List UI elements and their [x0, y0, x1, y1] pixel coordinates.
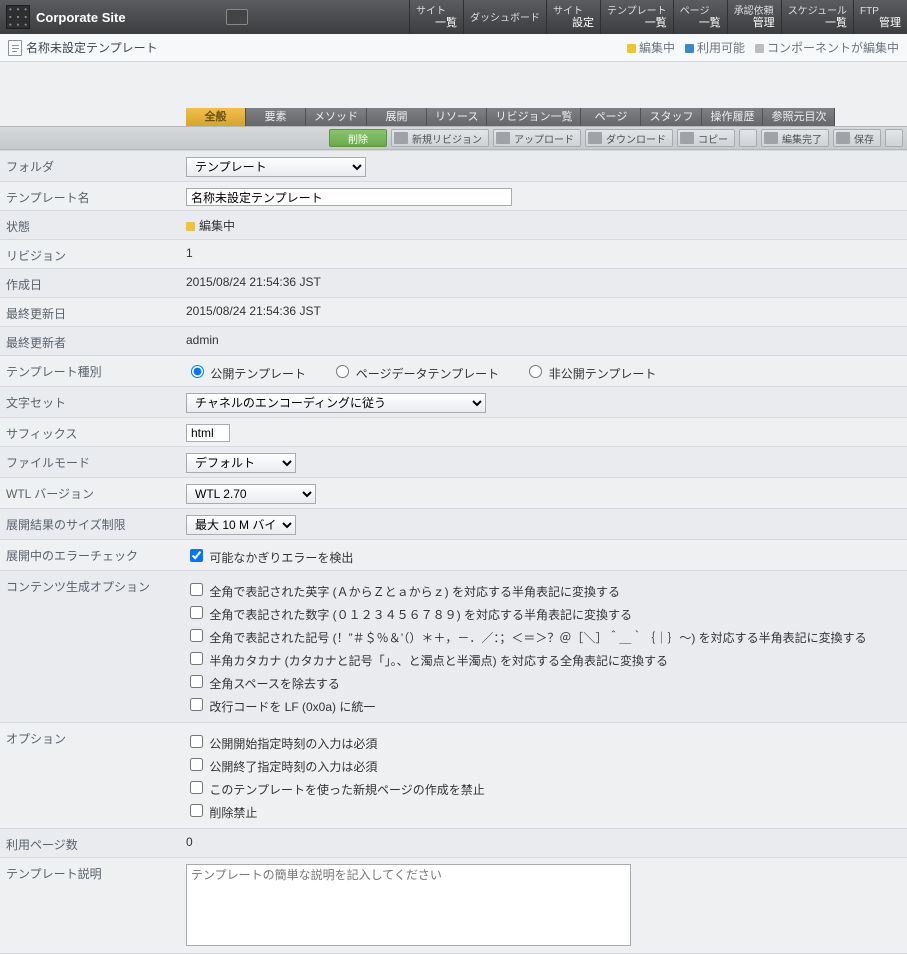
- template-form: フォルダ テンプレート テンプレート名 状態 編集中 リビジョン 1 作成日 2…: [0, 150, 907, 954]
- tab-general[interactable]: 全般: [186, 108, 246, 126]
- appbar: Corporate Site サイト 一覧 ダッシュボード サイト 設定 テンプ…: [0, 0, 907, 34]
- nav-schedule[interactable]: スケジュール 一覧: [781, 0, 853, 34]
- template-kind-private[interactable]: 非公開テンプレート: [524, 367, 656, 381]
- wtl-label: WTL バージョン: [6, 482, 186, 502]
- updated-label: 最終更新日: [6, 302, 186, 322]
- new-revision-button[interactable]: 新規リビジョン: [391, 129, 489, 147]
- revision-value: 1: [186, 244, 901, 260]
- template-kind-label: テンプレート種別: [6, 360, 186, 380]
- suffix-label: サフィックス: [6, 422, 186, 442]
- sizelimit-select[interactable]: 最大 10 M バイト: [186, 515, 296, 535]
- charset-select[interactable]: チャネルのエンコーディングに従う: [186, 393, 486, 413]
- status-legend: 編集中 利用可能 コンポーネントが編集中: [627, 39, 899, 56]
- state-label: 状態: [6, 215, 186, 235]
- description-textarea[interactable]: [186, 864, 631, 946]
- description-label: テンプレート説明: [6, 862, 186, 882]
- tab-staff[interactable]: スタッフ: [641, 108, 702, 126]
- delete-button[interactable]: 削除: [329, 129, 387, 147]
- nav-site-settings[interactable]: サイト 設定: [546, 0, 600, 34]
- download-icon: [588, 132, 602, 144]
- contentgen-opt-space[interactable]: 全角スペースを除去する: [186, 672, 901, 692]
- tab-elements[interactable]: 要素: [246, 108, 306, 126]
- actions-bar: 削除 新規リビジョン アップロード ダウンロード コピー 編集完了 保存: [0, 126, 907, 150]
- state-value: 編集中: [199, 219, 235, 233]
- save-button[interactable]: 保存: [833, 129, 881, 147]
- finish-edit-icon: [764, 132, 778, 144]
- options-opt-nonewpage[interactable]: このテンプレートを使った新規ページの作成を禁止: [186, 778, 901, 798]
- new-revision-icon: [394, 132, 408, 144]
- template-kind-pagedata[interactable]: ページデータテンプレート: [331, 367, 499, 381]
- options-opt-nodelete[interactable]: 削除禁止: [186, 801, 901, 821]
- tab-pages[interactable]: ページ: [581, 108, 641, 126]
- template-name-input[interactable]: [186, 188, 512, 206]
- updater-value: admin: [186, 331, 901, 347]
- nav-dashboard[interactable]: ダッシュボード: [463, 0, 546, 34]
- download-button[interactable]: ダウンロード: [585, 129, 673, 147]
- contentgen-opt-symbol[interactable]: 全角で表記された記号 (！”＃＄％＆’（）＊＋，－．／：；＜＝＞？＠［＼］＾＿｀…: [186, 626, 901, 646]
- breadcrumb: 名称未設定テンプレート 編集中 利用可能 コンポーネントが編集中: [0, 34, 907, 62]
- template-name-label: テンプレート名: [6, 186, 186, 206]
- save-icon: [836, 132, 850, 144]
- created-value: 2015/08/24 21:54:36 JST: [186, 273, 901, 289]
- options-label: オプション: [6, 727, 186, 747]
- contentgen-opt-digit[interactable]: 全角で表記された数字 (０１２３４５６７８９) を対応する半角表記に変換する: [186, 603, 901, 623]
- appbar-spacer: [136, 0, 256, 34]
- nav-approval[interactable]: 承認依頼 管理: [727, 0, 781, 34]
- filemode-select[interactable]: デフォルト: [186, 453, 296, 473]
- copy-button[interactable]: コピー: [677, 129, 735, 147]
- upload-icon: [496, 132, 510, 144]
- contentgen-opt-lf[interactable]: 改行コードを LF (0x0a) に統一: [186, 695, 901, 715]
- tabs: 全般 要素 メソッド 展開 リソース リビジョン一覧 ページ スタッフ 操作履歴…: [0, 108, 907, 126]
- appnav: サイト 一覧 ダッシュボード サイト 設定 テンプレート 一覧 ページ 一覧 承…: [409, 0, 907, 34]
- contentgen-label: コンテンツ生成オプション: [6, 575, 186, 595]
- legend-editing: 編集中: [627, 39, 675, 56]
- updated-value: 2015/08/24 21:54:36 JST: [186, 302, 901, 318]
- tab-references[interactable]: 参照元目次: [763, 108, 835, 126]
- legend-available: 利用可能: [685, 39, 745, 56]
- site-brand[interactable]: Corporate Site: [0, 0, 136, 34]
- revision-label: リビジョン: [6, 244, 186, 264]
- filemode-label: ファイルモード: [6, 451, 186, 471]
- legend-component-editing: コンポーネントが編集中: [755, 39, 899, 56]
- copy-icon: [680, 132, 694, 144]
- nav-page-list[interactable]: ページ 一覧: [673, 0, 727, 34]
- contentgen-opt-alpha[interactable]: 全角で表記された英字 (ＡからＺとａからｚ) を対応する半角表記に変換する: [186, 580, 901, 600]
- upload-button[interactable]: アップロード: [493, 129, 581, 147]
- folder-label: フォルダ: [6, 155, 186, 175]
- tab-methods[interactable]: メソッド: [306, 108, 367, 126]
- logo-icon: [6, 5, 30, 29]
- contentgen-opt-kana[interactable]: 半角カタカナ (カタカナと記号「」。、と濁点と半濁点) を対応する全角表記に変換…: [186, 649, 901, 669]
- wtl-select[interactable]: WTL 2.70: [186, 484, 316, 504]
- clipboard-icon[interactable]: [739, 129, 757, 147]
- tab-history[interactable]: 操作履歴: [702, 108, 763, 126]
- template-kind-public[interactable]: 公開テンプレート: [186, 367, 306, 381]
- finish-edit-button[interactable]: 編集完了: [761, 129, 829, 147]
- errcheck-label: 展開中のエラーチェック: [6, 544, 186, 564]
- errcheck-option[interactable]: 可能なかぎりエラーを検出: [186, 551, 353, 565]
- page-title: 名称未設定テンプレート: [26, 39, 158, 56]
- template-doc-icon: [8, 40, 22, 56]
- folder-select[interactable]: テンプレート: [186, 157, 366, 177]
- created-label: 作成日: [6, 273, 186, 293]
- site-name: Corporate Site: [36, 10, 126, 25]
- tab-revision-list[interactable]: リビジョン一覧: [487, 108, 581, 126]
- updater-label: 最終更新者: [6, 331, 186, 351]
- sizelimit-label: 展開結果のサイズ制限: [6, 513, 186, 533]
- nav-template-list[interactable]: テンプレート 一覧: [600, 0, 673, 34]
- pagecount-label: 利用ページ数: [6, 833, 186, 853]
- tab-deploy[interactable]: 展開: [367, 108, 427, 126]
- state-icon: [186, 222, 195, 231]
- charset-label: 文字セット: [6, 391, 186, 411]
- pagecount-value: 0: [186, 833, 901, 849]
- nav-ftp[interactable]: FTP 管理: [853, 0, 907, 34]
- preview-thumb-icon[interactable]: [226, 9, 248, 25]
- suffix-input[interactable]: [186, 424, 230, 442]
- options-opt-pubend[interactable]: 公開終了指定時刻の入力は必須: [186, 755, 901, 775]
- options-opt-pubstart[interactable]: 公開開始指定時刻の入力は必須: [186, 732, 901, 752]
- extra-action-icon[interactable]: [885, 129, 903, 147]
- nav-site-list[interactable]: サイト 一覧: [409, 0, 463, 34]
- tab-resources[interactable]: リソース: [427, 108, 487, 126]
